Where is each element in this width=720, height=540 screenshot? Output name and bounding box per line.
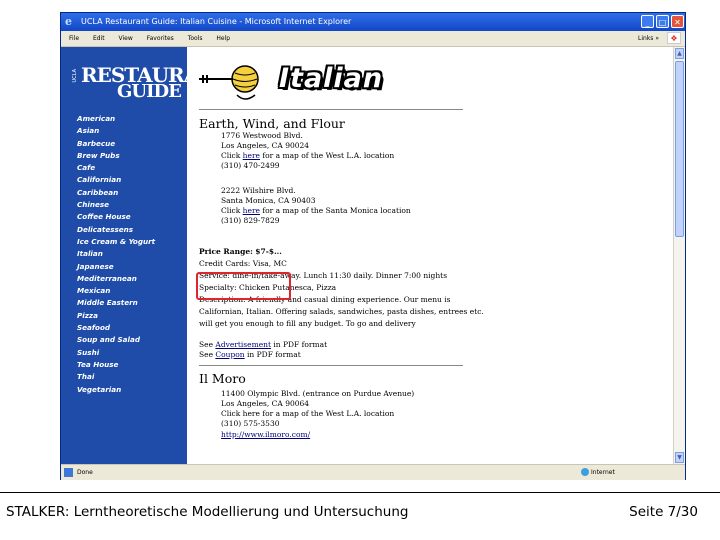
sidebar-item-mexican[interactable]: Mexican [77,285,155,297]
sidebar-item-pizza[interactable]: Pizza [77,310,155,322]
status-text: Done [77,469,93,476]
sidebar-item-american[interactable]: American [77,113,155,125]
page-title: Italian [279,63,384,94]
menu-file[interactable]: File [69,35,79,42]
divider [199,365,463,366]
scroll-down-arrow-icon[interactable]: ▼ [675,452,684,463]
page-viewport: UCLA RESTAURANT GUIDE American Asian Bar… [61,47,673,464]
see-suffix: in PDF format [244,350,301,359]
status-bar: Done Internet [61,464,685,480]
price-range: Price Range: $7-$... [199,247,282,257]
address-line: Los Angeles, CA 90064 [221,399,310,408]
sidebar-item-japanese[interactable]: Japanese [77,261,155,273]
page-icon [64,468,73,477]
sidebar-item-vegetarian[interactable]: Vegetarian [77,384,155,396]
vertical-scrollbar[interactable]: ▲ ▼ [673,47,685,464]
scrollbar-thumb[interactable] [675,61,684,237]
restaurant-name: Earth, Wind, and Flour [199,116,345,131]
see-prefix: See [199,340,216,349]
sidebar-item-middle-eastern[interactable]: Middle Eastern [77,297,155,309]
map-prefix: Click [221,206,243,215]
divider [199,109,463,110]
slide-page-number: Seite 7/30 [629,504,698,520]
coupon-line: See Coupon in PDF format [199,350,301,360]
sidebar-item-californian[interactable]: Californian [77,174,155,186]
internet-explorer-icon: e [65,15,72,28]
menu-help[interactable]: Help [216,35,230,42]
slide-footer-title: STALKER: Lerntheoretische Modellierung u… [6,504,409,520]
sidebar-item-mediterranean[interactable]: Mediterranean [77,273,155,285]
map-line: Click here for a map of the West L.A. lo… [221,409,395,418]
phone: (310) 829-7829 [221,216,280,225]
map-prefix: Click [221,151,243,160]
category-sidebar: UCLA RESTAURANT GUIDE American Asian Bar… [61,47,230,464]
footer-divider [0,492,720,493]
links-chevron-icon: » [655,35,659,42]
address-line: 1776 Westwood Blvd. [221,131,303,140]
map-link[interactable]: here [243,151,260,160]
title-bar: e UCLA Restaurant Guide: Italian Cuisine… [61,13,685,31]
map-suffix: for a map of the West L.A. location [259,151,395,160]
address-line: Santa Monica, CA 90403 [221,196,316,205]
advertisement-link[interactable]: Advertisement [215,340,271,349]
phone: (310) 575-3530 [221,419,280,428]
browser-window: e UCLA Restaurant Guide: Italian Cuisine… [60,12,686,480]
restaurant-name: Il Moro [199,371,246,386]
sidebar-item-caribbean[interactable]: Caribbean [77,187,155,199]
sidebar-item-barbecue[interactable]: Barbecue [77,138,155,150]
sidebar-item-sushi[interactable]: Sushi [77,347,155,359]
sidebar-item-italian[interactable]: Italian [77,248,155,260]
internet-zone-icon [581,468,589,476]
description: will get you enough to fill any budget. … [199,319,416,328]
sidebar-item-seafood[interactable]: Seafood [77,322,155,334]
window-title: UCLA Restaurant Guide: Italian Cuisine -… [81,17,352,26]
menu-favorites[interactable]: Favorites [147,35,174,42]
logo-ucla: UCLA [72,69,78,83]
page-content: Italian Earth, Wind, and Flour 1776 West… [196,47,673,464]
sidebar-item-delicatessens[interactable]: Delicatessens [77,224,155,236]
menu-tools[interactable]: Tools [188,35,203,42]
minimize-button[interactable]: _ [641,15,654,28]
links-toolbar[interactable]: Links » [638,31,659,46]
category-list: American Asian Barbecue Brew Pubs Cafe C… [77,113,155,396]
sidebar-item-asian[interactable]: Asian [77,125,155,137]
maximize-button[interactable]: □ [656,15,669,28]
price-range-highlight [196,272,291,300]
links-label: Links [637,35,654,42]
sidebar-item-chinese[interactable]: Chinese [77,199,155,211]
security-zone: Internet [591,469,615,476]
sidebar-item-coffee-house[interactable]: Coffee House [77,211,155,223]
menu-view[interactable]: View [119,35,133,42]
address-line: Los Angeles, CA 90024 [221,141,310,150]
price-value: $7-$... [255,247,282,256]
map-line: Click here for a map of the Santa Monica… [221,206,411,216]
map-link[interactable]: here [243,206,260,215]
see-suffix: in PDF format [270,340,328,349]
address-line: 2222 Wilshire Blvd. [221,186,296,195]
map-suffix: for a map of the Santa Monica location [259,206,411,215]
close-button[interactable]: ✕ [671,15,684,28]
sidebar-item-cafe[interactable]: Cafe [77,162,155,174]
sidebar-item-tea-house[interactable]: Tea House [77,359,155,371]
scroll-up-arrow-icon[interactable]: ▲ [675,48,684,59]
coupon-link[interactable]: Coupon [215,350,244,359]
phone: (310) 470-2499 [221,161,280,170]
sidebar-item-ice-cream-yogurt[interactable]: Ice Cream & Yogurt [77,236,155,248]
map-line: Click here for a map of the West L.A. lo… [221,151,394,161]
see-prefix: See [199,350,216,359]
sidebar-item-thai[interactable]: Thai [77,371,155,383]
menu-bar: File Edit View Favorites Tools Help [61,31,685,47]
address-line: 11400 Olympic Blvd. (entrance on Purdue … [221,389,415,398]
website-link[interactable]: http://www.ilmoro.com/ [221,430,310,440]
menu-edit[interactable]: Edit [93,35,105,42]
windows-logo-icon: ❖ [667,32,681,44]
logo-guide: GUIDE [117,81,182,102]
description: Californian, Italian. Offering salads, s… [199,307,484,316]
sidebar-item-soup-and-salad[interactable]: Soup and Salad [77,334,155,346]
credit-cards: Credit Cards: Visa, MC [199,259,287,268]
price-label: Price Range: [199,247,253,256]
advertisement-line: See Advertisement in PDF format [199,340,327,350]
sidebar-item-brew-pubs[interactable]: Brew Pubs [77,150,155,162]
